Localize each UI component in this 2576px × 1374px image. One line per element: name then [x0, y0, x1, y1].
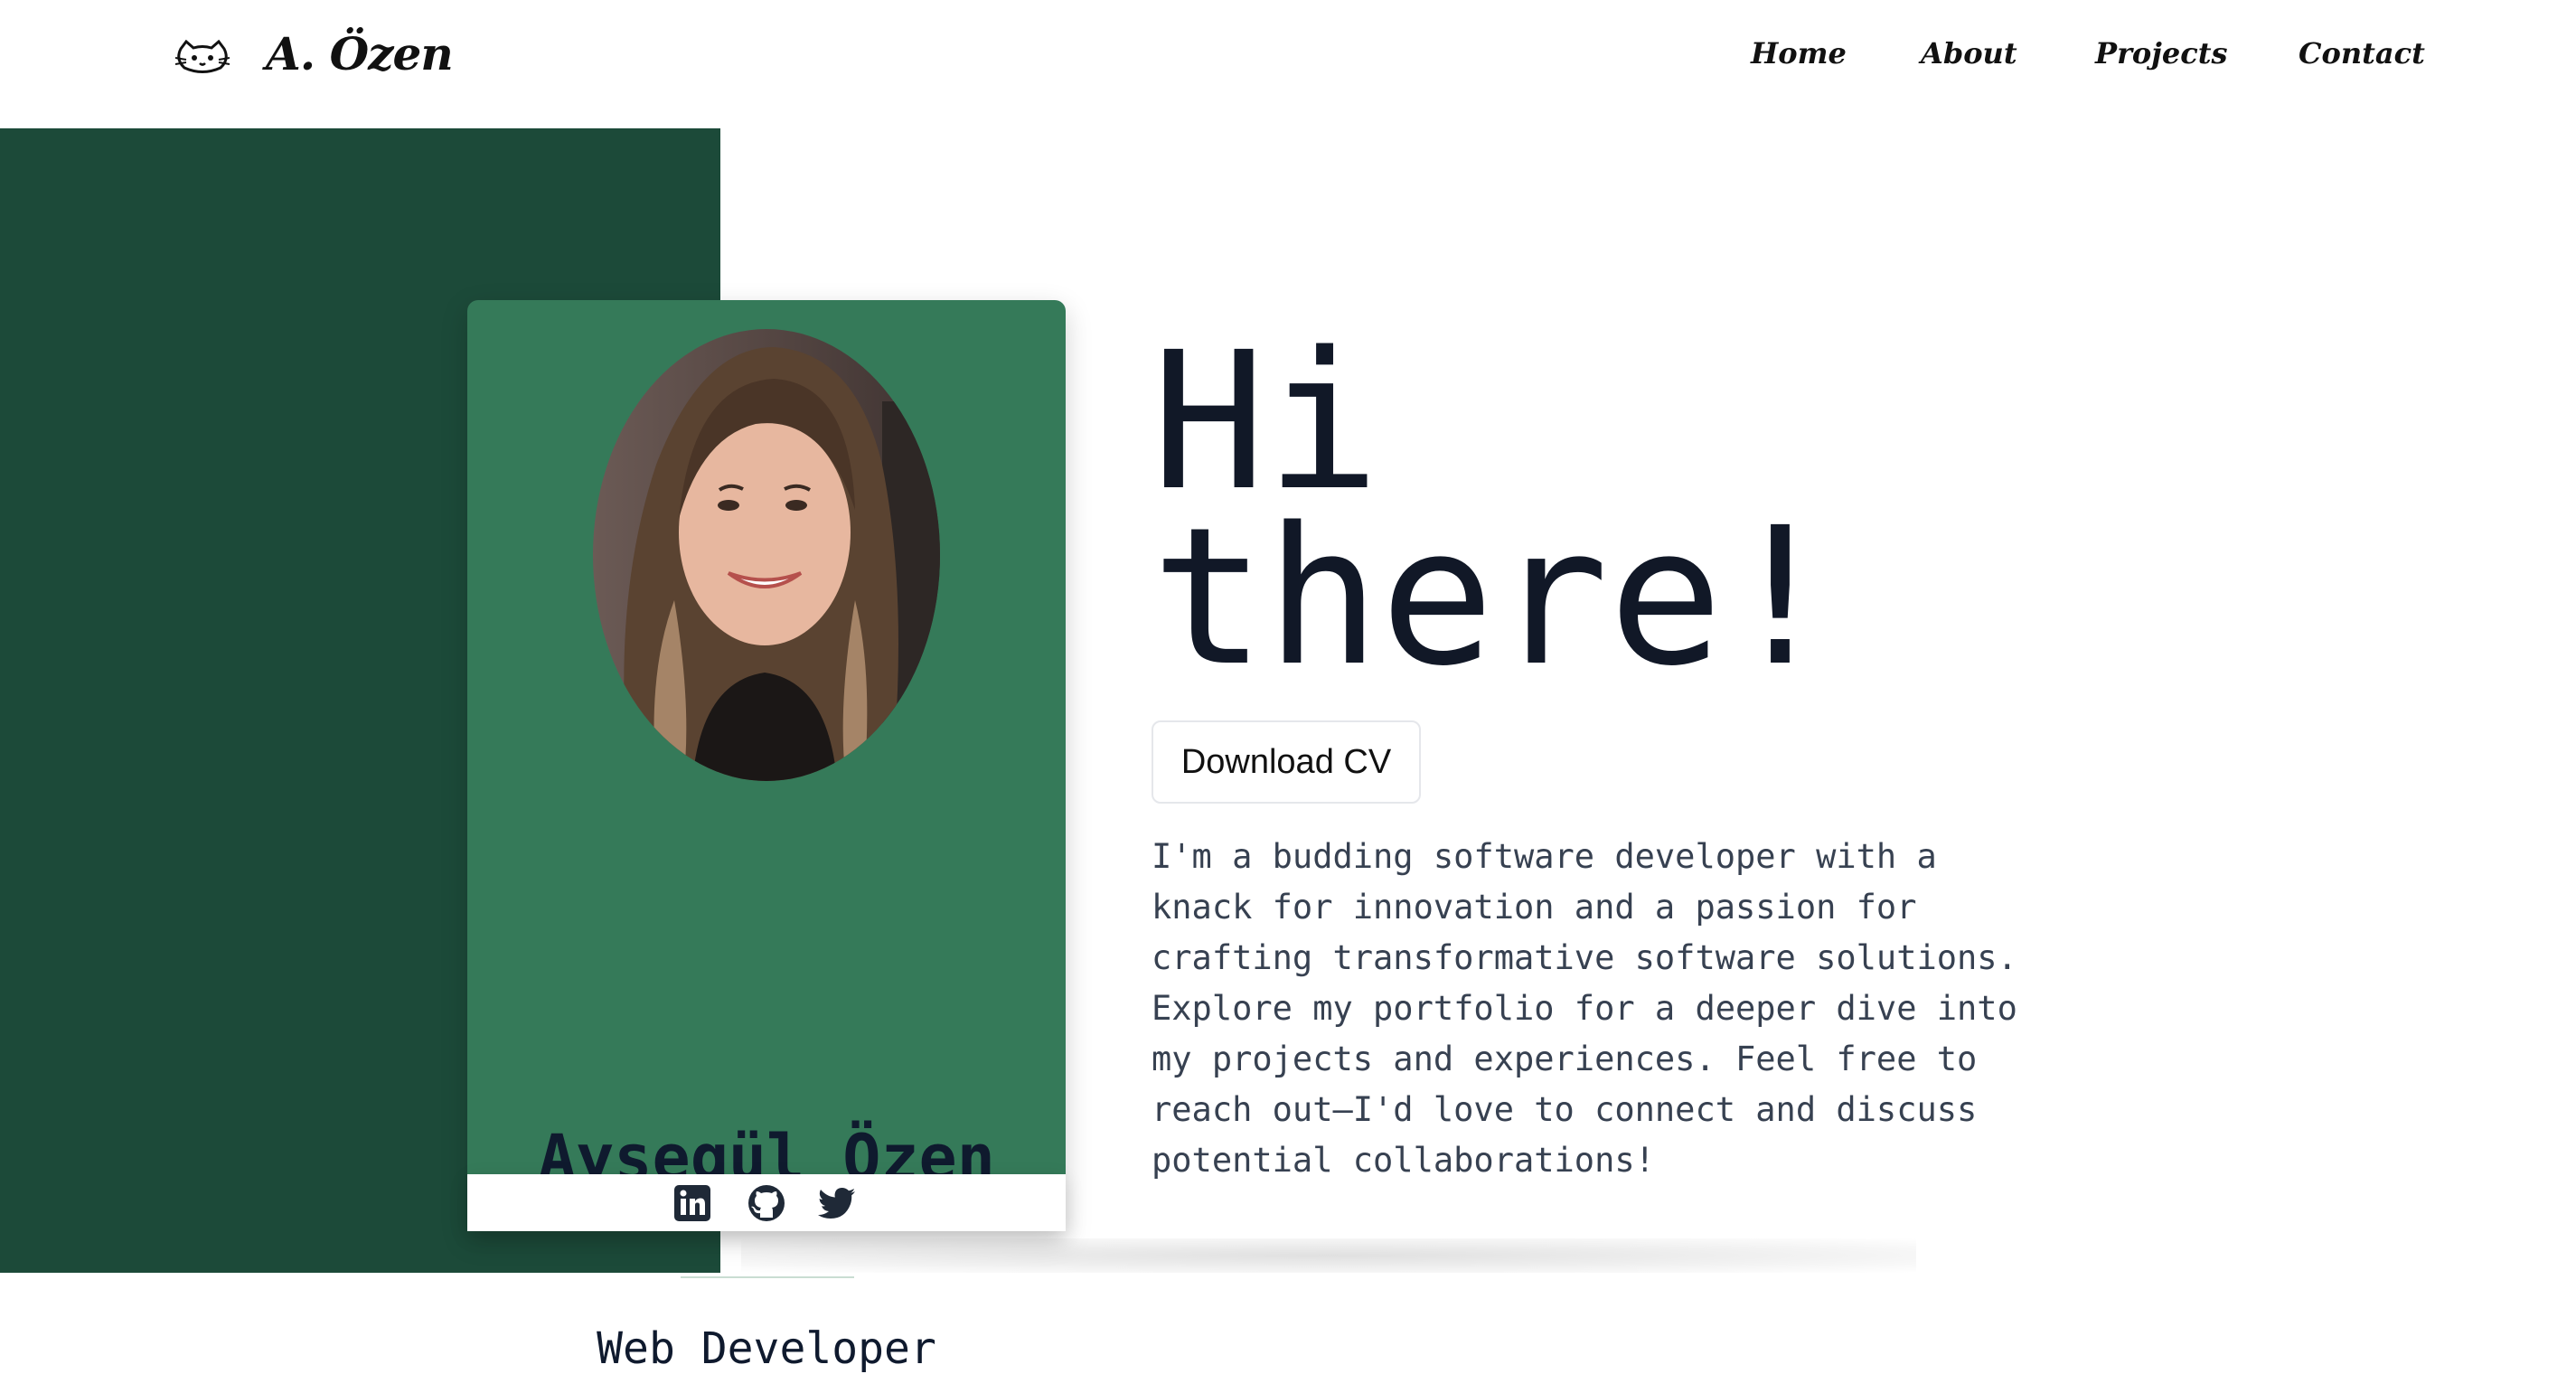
profile-divider — [681, 1276, 854, 1278]
nav-projects[interactable]: Projects — [2095, 36, 2227, 71]
site-header: A. Özen Home About Projects Contact — [0, 0, 2576, 128]
nav-about[interactable]: About — [1921, 36, 2017, 71]
profile-card: Ayşegül Özen Web Developer — [467, 300, 1066, 1374]
hero-title-line-1: Hi — [1152, 311, 1380, 532]
download-cv-button[interactable]: Download CV — [1152, 720, 1421, 804]
linkedin-icon[interactable] — [672, 1183, 712, 1223]
hero-title: Hi there! — [1152, 311, 1838, 708]
profile-role: Web Developer — [597, 1323, 936, 1374]
profile-photo — [593, 329, 940, 781]
twitter-icon[interactable] — [817, 1183, 857, 1223]
hero-title-line-2: there! — [1152, 486, 1838, 708]
github-icon[interactable] — [747, 1183, 786, 1223]
decorative-shadow — [741, 1238, 1916, 1273]
social-links-bar — [467, 1174, 1066, 1231]
nav-home[interactable]: Home — [1751, 36, 1847, 71]
cat-face-icon[interactable] — [175, 40, 230, 74]
nav-contact[interactable]: Contact — [2299, 36, 2425, 71]
site-logo-text[interactable]: A. Özen — [266, 27, 454, 80]
intro-paragraph: I'm a budding software developer with a … — [1152, 837, 2017, 1180]
